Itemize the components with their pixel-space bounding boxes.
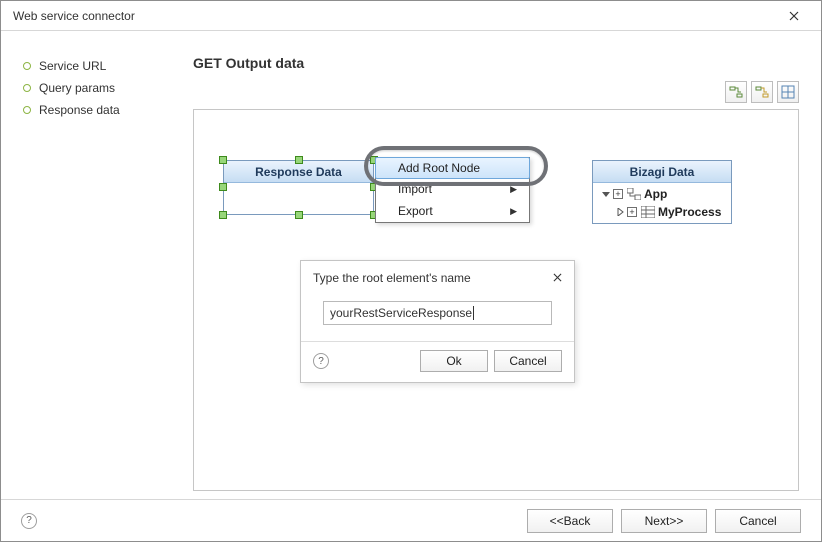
response-data-header: Response Data: [224, 161, 373, 183]
step-label: Query params: [39, 81, 115, 95]
tree-expand-box[interactable]: +: [627, 207, 637, 217]
root-name-input-value: yourRestServiceResponse: [330, 306, 472, 320]
wizard-sidebar: Service URL Query params Response data: [23, 55, 193, 491]
tree-node-app[interactable]: + App: [597, 185, 727, 203]
dialog-header: Type the root element's name: [301, 261, 574, 291]
menu-item-label: Import: [398, 182, 432, 196]
submenu-arrow-icon: ▶: [510, 206, 517, 217]
window-close-button[interactable]: [777, 1, 811, 31]
step-service-url[interactable]: Service URL: [23, 59, 193, 73]
tree-node-myprocess[interactable]: + MyProcess: [597, 203, 727, 221]
tree-node-label: MyProcess: [658, 205, 721, 219]
back-button[interactable]: <<Back: [527, 509, 613, 533]
root-name-dialog: Type the root element's name yourRestSer…: [300, 260, 575, 383]
step-response-data[interactable]: Response data: [23, 103, 193, 117]
auto-layout-icon: [781, 85, 795, 99]
tree-node-label: App: [644, 187, 667, 201]
tree-collapsed-icon[interactable]: [615, 207, 625, 217]
dialog-title: Type the root element's name: [313, 271, 471, 285]
window-frame: Web service connector Service URL Query …: [0, 0, 822, 542]
menu-item-label: Add Root Node: [398, 161, 480, 175]
canvas-toolbar: [725, 81, 799, 103]
bizagi-data-header: Bizagi Data: [593, 161, 731, 183]
window-title: Web service connector: [13, 1, 135, 31]
wizard-help-button[interactable]: ?: [21, 513, 37, 529]
step-dot-icon: [23, 62, 31, 70]
close-icon: [553, 273, 562, 282]
menu-add-root-node[interactable]: Add Root Node: [375, 157, 530, 179]
wizard-cancel-button[interactable]: Cancel: [715, 509, 801, 533]
menu-item-label: Export: [398, 204, 433, 218]
next-button[interactable]: Next>>: [621, 509, 707, 533]
step-query-params[interactable]: Query params: [23, 81, 193, 95]
dialog-close-button[interactable]: [553, 271, 562, 285]
process-entity-icon: [641, 206, 655, 218]
mapping-canvas[interactable]: Response Data Add Root Node Import: [193, 109, 799, 491]
resize-handle[interactable]: [219, 156, 227, 164]
dialog-body: yourRestServiceResponse: [301, 291, 574, 327]
ok-button[interactable]: Ok: [420, 350, 488, 372]
page-title: GET Output data: [193, 55, 799, 71]
auto-layout-button[interactable]: [777, 81, 799, 103]
main-panel: GET Output data: [193, 55, 799, 491]
dialog-footer: ? Ok Cancel: [301, 350, 574, 382]
help-button[interactable]: ?: [313, 353, 329, 369]
resize-handle[interactable]: [219, 183, 227, 191]
step-label: Service URL: [39, 59, 106, 73]
tree-expand-box[interactable]: +: [613, 189, 623, 199]
divider: [301, 341, 574, 342]
bizagi-data-box[interactable]: Bizagi Data + App: [592, 160, 732, 224]
text-caret: [473, 306, 474, 320]
collapse-all-button[interactable]: [751, 81, 773, 103]
menu-import[interactable]: Import ▶: [376, 178, 529, 200]
content-area: Service URL Query params Response data G…: [1, 33, 821, 499]
resize-handle[interactable]: [219, 211, 227, 219]
expand-all-button[interactable]: [725, 81, 747, 103]
resize-handle[interactable]: [295, 156, 303, 164]
step-dot-icon: [23, 106, 31, 114]
collapse-all-icon: [755, 85, 769, 99]
cancel-button[interactable]: Cancel: [494, 350, 562, 372]
submenu-arrow-icon: ▶: [510, 184, 517, 195]
step-label: Response data: [39, 103, 120, 117]
expand-all-icon: [729, 85, 743, 99]
root-name-input[interactable]: yourRestServiceResponse: [323, 301, 552, 325]
app-entity-icon: [627, 188, 641, 200]
bizagi-tree: + App +: [593, 183, 731, 223]
menu-export[interactable]: Export ▶: [376, 200, 529, 222]
title-bar: Web service connector: [1, 1, 821, 31]
wizard-footer: ? <<Back Next>> Cancel: [1, 499, 821, 541]
resize-handle[interactable]: [295, 211, 303, 219]
response-data-box[interactable]: Response Data: [223, 160, 374, 215]
context-menu: Add Root Node Import ▶ Export ▶: [375, 157, 530, 223]
tree-expanded-icon[interactable]: [601, 189, 611, 199]
step-dot-icon: [23, 84, 31, 92]
close-icon: [789, 11, 799, 21]
